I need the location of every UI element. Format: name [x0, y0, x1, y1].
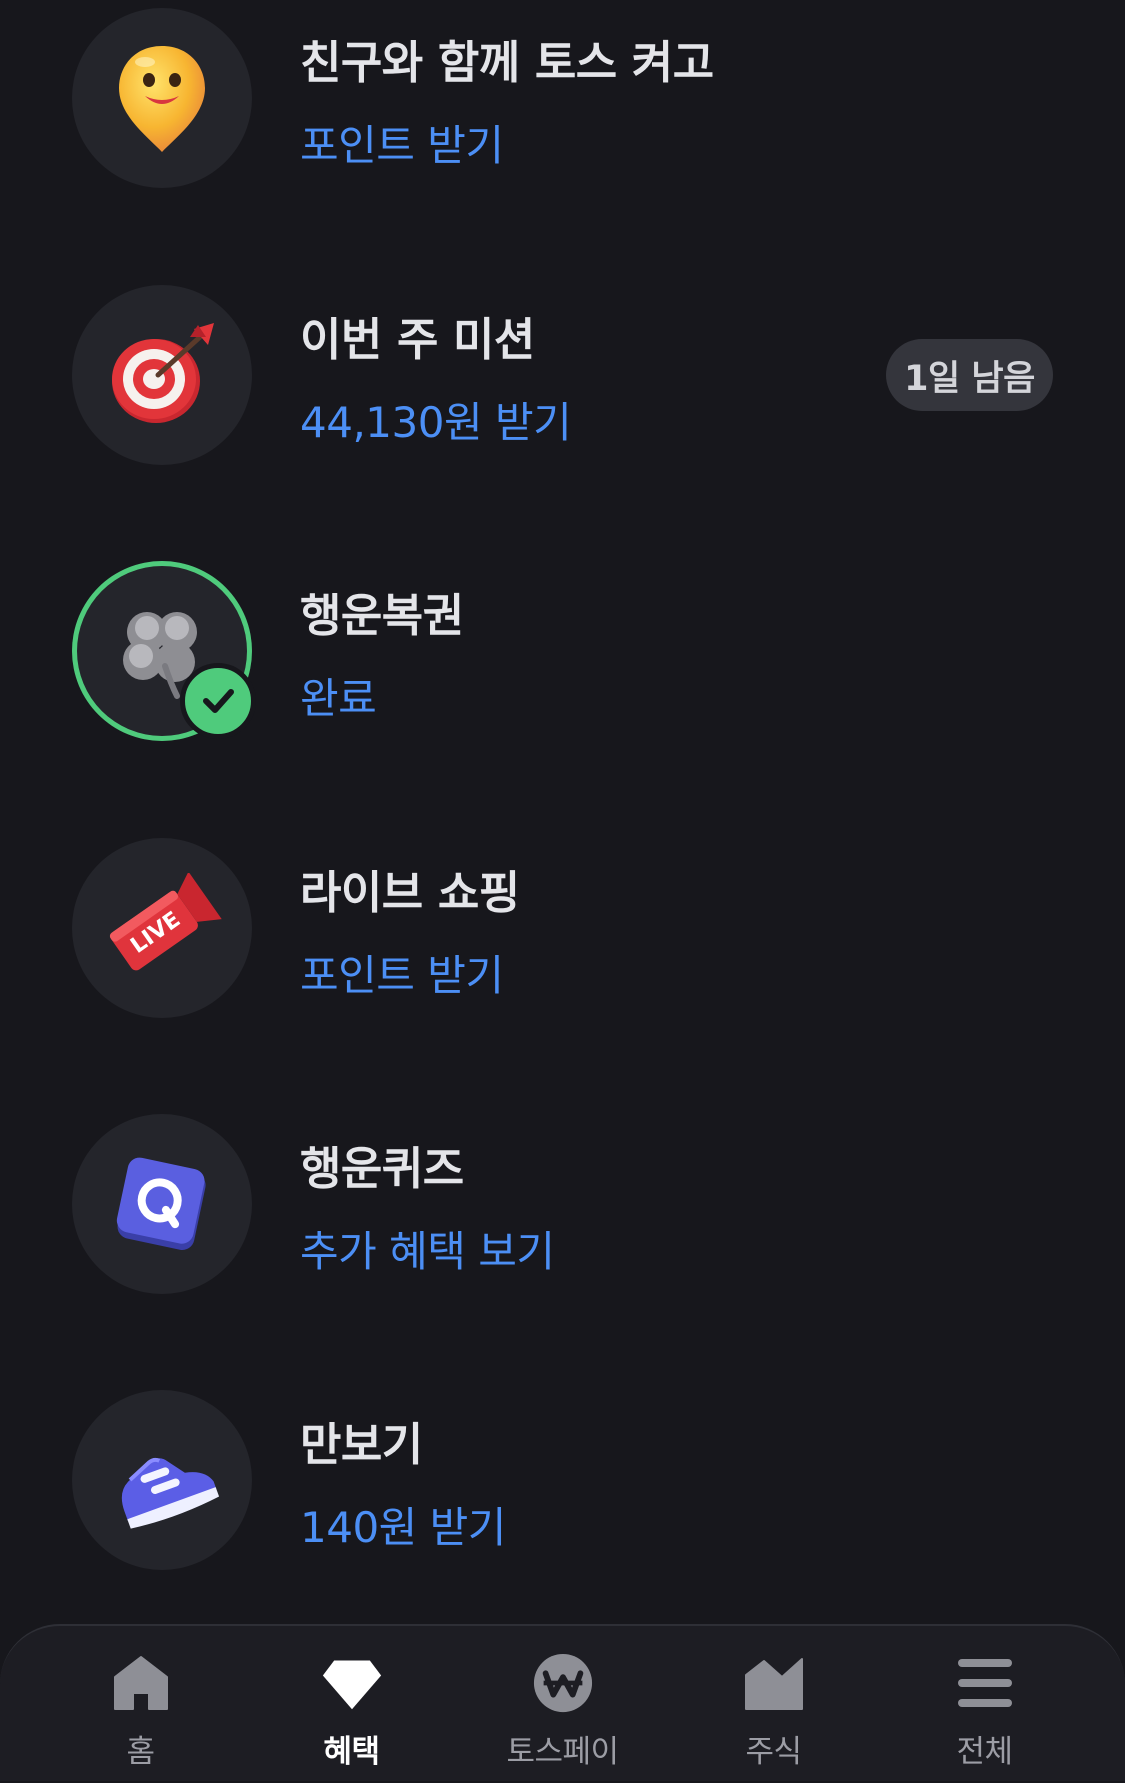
benefit-title: 친구와 함께 토스 켜고 — [300, 36, 714, 89]
quiz-q-block-icon — [72, 1114, 252, 1294]
nav-item-all[interactable]: 전체 — [872, 1626, 1097, 1783]
bottom-nav: 홈 혜택 토스페이 주식 전체 — [0, 1624, 1125, 1781]
nav-label: 혜택 — [323, 1734, 380, 1770]
deadline-badge: 1일 남음 — [886, 339, 1053, 411]
benefit-action: 포인트 받기 — [300, 951, 504, 1000]
benefit-title: 만보기 — [300, 1418, 423, 1471]
nav-item-home[interactable]: 홈 — [28, 1626, 253, 1783]
nav-item-stocks[interactable]: 주식 — [661, 1626, 886, 1783]
home-icon — [110, 1652, 172, 1714]
benefit-row-lucky-lottery[interactable]: 행운복권 완료 — [0, 553, 1125, 753]
nav-label: 홈 — [126, 1734, 155, 1770]
check-icon — [180, 663, 256, 739]
benefit-title: 이번 주 미션 — [300, 313, 535, 366]
benefit-title: 라이브 쇼핑 — [300, 866, 520, 919]
benefit-action: 완료 — [300, 674, 377, 723]
live-megaphone-icon: LIVE — [72, 838, 252, 1018]
benefit-action: 140원 받기 — [300, 1503, 506, 1552]
benefit-action: 44,130원 받기 — [300, 398, 572, 447]
benefit-row-lucky-quiz[interactable]: 행운퀴즈 추가 혜택 보기 — [0, 1106, 1125, 1306]
benefit-title: 행운복권 — [300, 589, 464, 642]
menu-icon — [954, 1652, 1016, 1714]
nav-label: 전체 — [956, 1734, 1013, 1770]
gem-icon — [321, 1652, 383, 1714]
nav-item-benefits[interactable]: 혜택 — [239, 1626, 464, 1783]
smiley-pin-icon — [72, 8, 252, 188]
benefit-action: 추가 혜택 보기 — [300, 1227, 555, 1276]
target-dart-icon — [72, 285, 252, 465]
nav-label: 주식 — [745, 1734, 802, 1770]
benefit-action: 포인트 받기 — [300, 121, 504, 170]
benefit-title: 행운퀴즈 — [300, 1142, 464, 1195]
nav-item-tosspay[interactable]: 토스페이 — [450, 1626, 675, 1783]
won-coin-icon — [532, 1652, 594, 1714]
benefit-row-pedometer[interactable]: 만보기 140원 받기 — [0, 1382, 1125, 1582]
sneaker-icon — [72, 1390, 252, 1570]
benefit-row-weekly-mission[interactable]: 이번 주 미션 44,130원 받기 1일 남음 — [0, 277, 1125, 477]
benefit-row-friend-toss[interactable]: 친구와 함께 토스 켜고 포인트 받기 — [0, 0, 1125, 200]
benefit-row-live-shopping[interactable]: LIVE 라이브 쇼핑 포인트 받기 — [0, 830, 1125, 1030]
nav-label: 토스페이 — [506, 1734, 619, 1770]
stock-chart-icon — [743, 1652, 805, 1714]
